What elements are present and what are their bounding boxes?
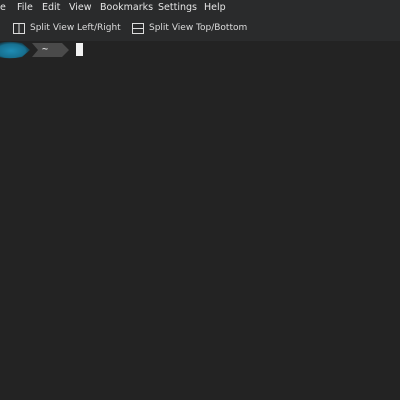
prompt-directory: ~ [42,44,49,55]
menu-settings[interactable]: Settings [158,1,197,15]
menu-bar: e File Edit View Bookmarks Settings Help [0,0,400,15]
terminal-cursor [76,43,83,56]
menu-help[interactable]: Help [204,1,226,15]
menu-bookmarks[interactable]: Bookmarks [100,1,153,15]
split-vertical-icon [132,22,144,34]
toolbar: Split View Left/Right Split View Top/Bot… [0,15,400,41]
app-menu-fragment[interactable]: e [0,1,6,15]
terminal-view[interactable]: ~ [0,41,400,400]
split-top-bottom-button[interactable]: Split View Top/Bottom [132,21,247,35]
prompt-arrow-shape [32,43,69,57]
prompt-segment-icon [0,41,30,59]
prompt-directory-segment: ~ [32,43,70,57]
split-horizontal-icon [13,22,25,34]
menu-file[interactable]: File [17,1,33,15]
split-top-bottom-label: Split View Top/Bottom [149,23,248,33]
konsole-window: e File Edit View Bookmarks Settings Help… [0,0,400,400]
split-left-right-button[interactable]: Split View Left/Right [13,21,121,35]
split-left-right-label: Split View Left/Right [30,23,121,33]
menu-view[interactable]: View [69,1,92,15]
menu-edit[interactable]: Edit [42,1,60,15]
